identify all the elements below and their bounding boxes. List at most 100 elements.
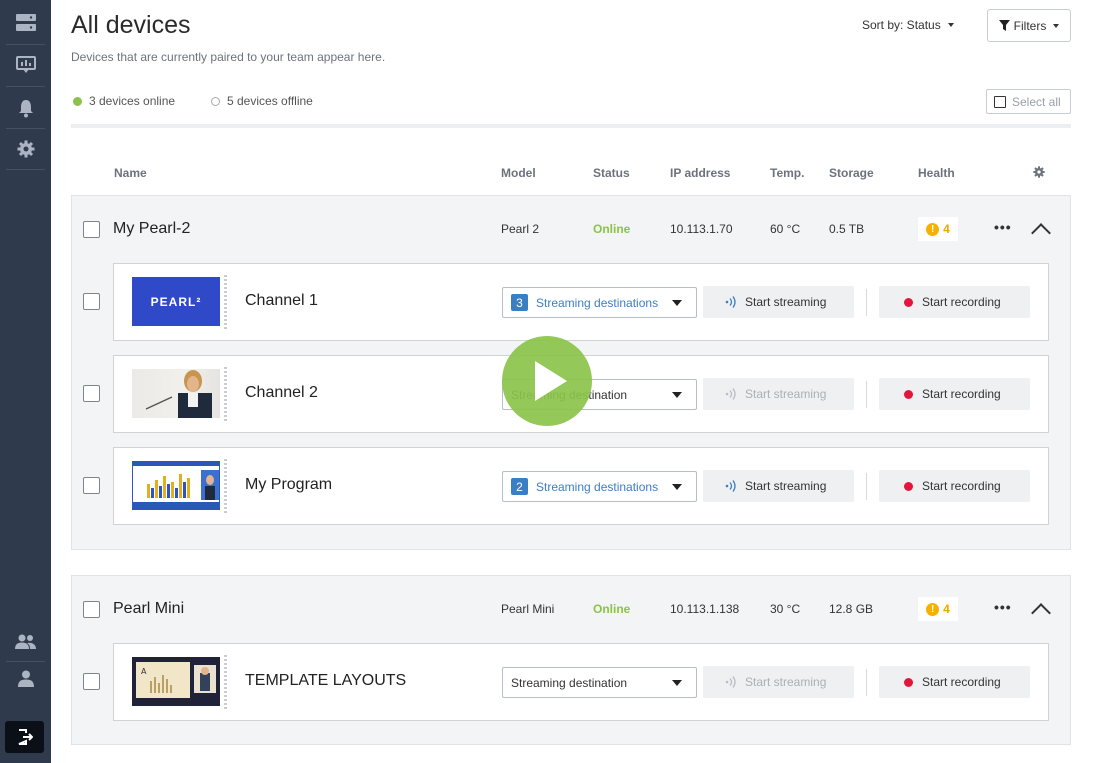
dropdown-arrow-icon — [672, 680, 682, 686]
page-subtitle: Devices that are currently paired to you… — [71, 50, 386, 64]
start-streaming-button[interactable]: Start streaming — [703, 286, 854, 318]
channel-thumbnail: A — [132, 657, 220, 706]
nav-profile[interactable] — [0, 658, 51, 698]
device-checkbox[interactable] — [83, 221, 100, 238]
channel-row: PEARL² Channel 1 3 Streaming destination… — [113, 263, 1049, 341]
column-settings-button[interactable] — [1033, 166, 1045, 181]
divider — [71, 124, 1071, 128]
column-ip: IP address — [670, 166, 731, 180]
column-health: Health — [918, 166, 955, 180]
online-count: 3 devices online — [73, 94, 175, 108]
online-text: 3 devices online — [89, 94, 176, 108]
online-dot-icon — [73, 96, 82, 106]
device-storage: 12.8 GB — [829, 602, 874, 616]
caret-down-icon — [947, 23, 954, 27]
start-streaming-label: Start streaming — [745, 295, 827, 309]
button-divider — [866, 289, 867, 316]
thumb-edge — [224, 367, 227, 421]
nav-alerts[interactable] — [0, 88, 51, 128]
device-checkbox[interactable] — [83, 601, 100, 618]
record-dot-icon — [904, 481, 913, 491]
column-model: Model — [501, 166, 536, 180]
device-status: Online — [593, 222, 631, 236]
record-dot-icon — [904, 297, 913, 307]
dropdown-arrow-icon — [672, 300, 682, 306]
device-name: My Pearl-2 — [113, 220, 191, 237]
sort-label: Sort by: Status — [862, 18, 941, 32]
broadcast-icon — [725, 296, 736, 308]
nav-team[interactable] — [0, 622, 51, 662]
nav-events[interactable] — [0, 45, 51, 85]
column-storage: Storage — [829, 166, 874, 180]
thumb-edge — [224, 275, 227, 329]
broadcast-icon — [725, 388, 736, 400]
health-count: 4 — [943, 602, 950, 616]
health-count: 4 — [943, 222, 950, 236]
play-video-button[interactable] — [502, 336, 592, 426]
channel-checkbox[interactable] — [83, 385, 100, 402]
more-options-button[interactable]: ••• — [994, 599, 1012, 615]
start-recording-button[interactable]: Start recording — [879, 286, 1030, 318]
start-recording-label: Start recording — [922, 675, 1001, 689]
servers-icon — [15, 14, 36, 31]
logout-button[interactable] — [5, 721, 44, 753]
start-streaming-button[interactable]: Start streaming — [703, 470, 854, 502]
channel-thumbnail: PEARL² — [132, 277, 220, 326]
offline-count: 5 devices offline — [211, 94, 313, 108]
dropdown-arrow-icon — [672, 392, 682, 398]
more-options-button[interactable]: ••• — [994, 219, 1012, 235]
device-status: Online — [593, 602, 631, 616]
page-title: All devices — [71, 11, 191, 39]
pearl-logo: PEARL² — [150, 294, 202, 309]
offline-text: 5 devices offline — [227, 94, 313, 108]
users-icon — [14, 634, 36, 649]
channel-thumbnail — [132, 369, 220, 418]
device-model: Pearl 2 — [501, 222, 540, 236]
destination-count: 3 — [511, 294, 528, 311]
device-temp: 60 °C — [770, 222, 801, 236]
filters-button[interactable]: Filters — [987, 9, 1071, 42]
channel-row: A TEMPLATE LAYOUTS Streaming destination… — [113, 643, 1049, 721]
destination-label: Streaming destination — [511, 675, 628, 690]
device-model: Pearl Mini — [501, 602, 555, 616]
start-recording-button[interactable]: Start recording — [879, 666, 1030, 698]
channel-name: Channel 1 — [245, 292, 318, 309]
user-icon — [17, 670, 34, 687]
health-badge[interactable]: ! 4 — [918, 217, 958, 241]
nav-settings[interactable] — [0, 129, 51, 169]
channel-name: My Program — [245, 476, 333, 493]
column-temp: Temp. — [770, 166, 805, 180]
channel-checkbox[interactable] — [83, 477, 100, 494]
start-recording-button[interactable]: Start recording — [879, 378, 1030, 410]
health-badge[interactable]: ! 4 — [918, 597, 958, 621]
channel-checkbox[interactable] — [83, 673, 100, 690]
nav-devices[interactable] — [0, 3, 51, 43]
sort-dropdown[interactable]: Sort by: Status — [862, 18, 954, 32]
select-all-checkbox — [994, 95, 1006, 108]
start-streaming-button[interactable]: Start streaming — [703, 378, 854, 410]
start-recording-label: Start recording — [922, 387, 1001, 401]
column-status: Status — [593, 166, 630, 180]
display-icon — [15, 56, 36, 73]
svg-text:A: A — [141, 667, 147, 676]
streaming-destinations-select[interactable]: 2 Streaming destinations — [502, 471, 697, 502]
record-dot-icon — [904, 677, 913, 687]
filter-icon — [998, 20, 1010, 31]
offline-dot-icon — [211, 96, 220, 106]
channel-row: My Program 2 Streaming destinations Star… — [113, 447, 1049, 525]
streaming-destinations-select[interactable]: 3 Streaming destinations — [502, 287, 697, 318]
dropdown-arrow-icon — [672, 484, 682, 490]
thumb-edge — [224, 655, 227, 709]
device-name: Pearl Mini — [113, 600, 185, 617]
warning-icon: ! — [926, 602, 940, 616]
device-storage: 0.5 TB — [829, 222, 865, 236]
select-all-button[interactable]: Select all — [986, 89, 1071, 114]
device-ip: 10.113.1.138 — [670, 602, 740, 616]
start-recording-button[interactable]: Start recording — [879, 470, 1030, 502]
button-divider — [866, 381, 867, 408]
start-streaming-button[interactable]: Start streaming — [703, 666, 854, 698]
streaming-destinations-select[interactable]: Streaming destination — [502, 667, 697, 698]
broadcast-icon — [725, 676, 736, 688]
channel-checkbox[interactable] — [83, 293, 100, 310]
device-ip: 10.113.1.70 — [670, 222, 733, 236]
